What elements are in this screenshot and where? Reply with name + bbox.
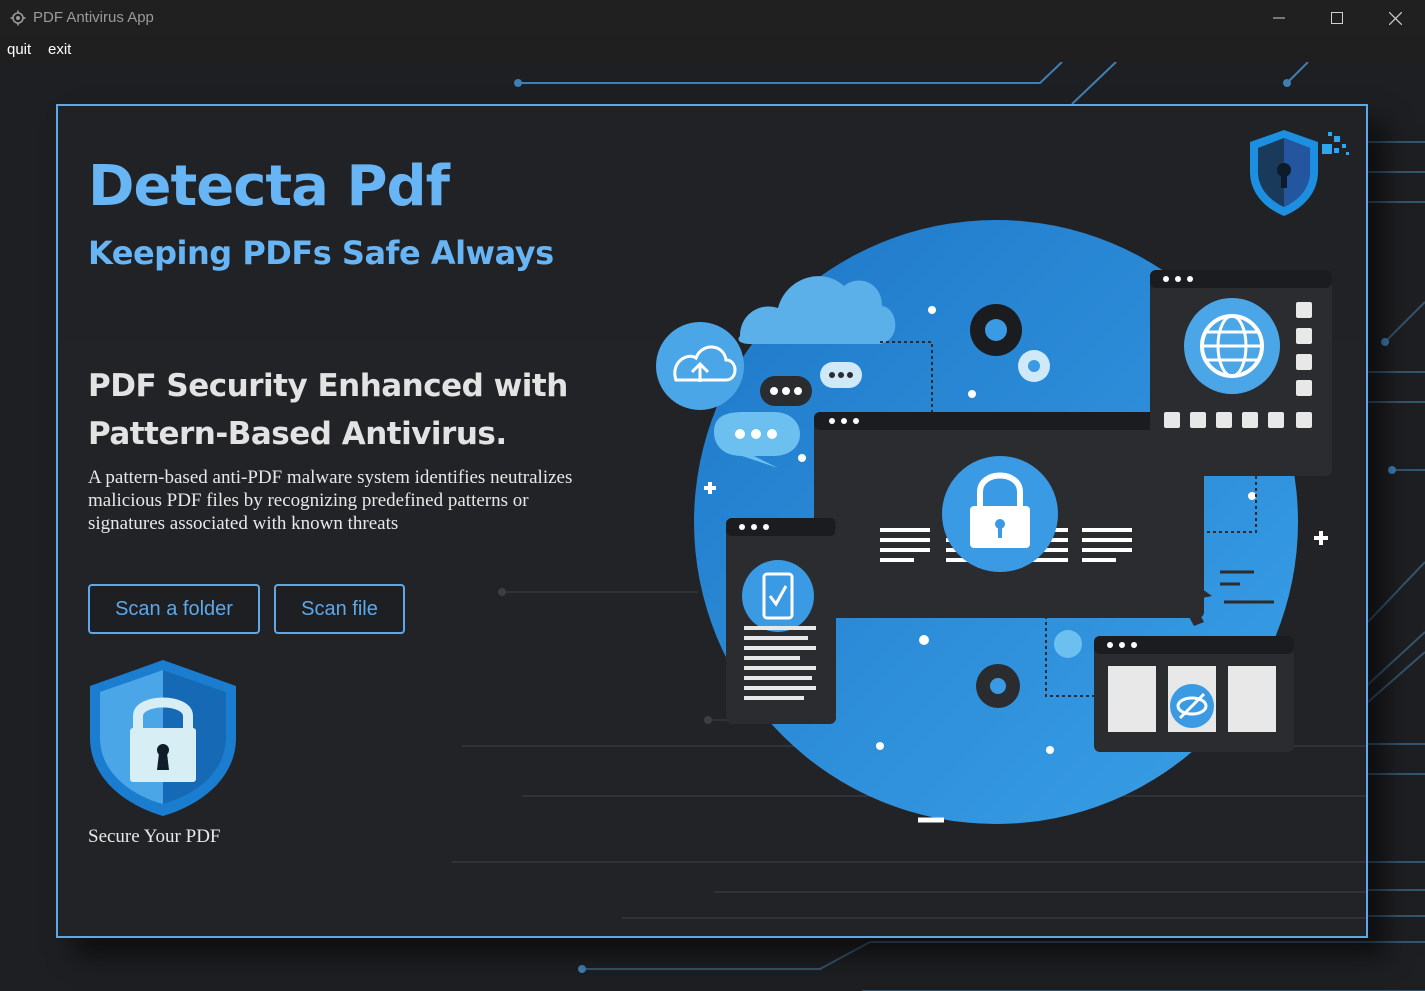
window-title: PDF Antivirus App: [33, 9, 154, 26]
title-bar: PDF Antivirus App: [0, 0, 1425, 36]
maximize-button[interactable]: [1308, 0, 1366, 36]
brand-title: Detecta Pdf: [88, 154, 450, 219]
security-illustration: [656, 220, 1332, 824]
maximize-icon: [1331, 12, 1343, 24]
menu-exit[interactable]: exit: [48, 41, 71, 58]
menu-bar: quit exit: [0, 36, 1425, 62]
main-card: Detecta Pdf Keeping PDFs Safe Always PDF…: [56, 104, 1368, 938]
gear-app-icon: [10, 10, 26, 26]
menu-quit[interactable]: quit: [7, 41, 31, 58]
brand-tagline: Keeping PDFs Safe Always: [88, 234, 554, 272]
scan-file-button[interactable]: Scan file: [274, 584, 405, 634]
shield-lock-icon: [90, 660, 236, 816]
minimize-button[interactable]: [1250, 0, 1308, 36]
description: A pattern-based anti-PDF malware system …: [88, 467, 573, 534]
minimize-icon: [1273, 17, 1285, 19]
secure-label: Secure Your PDF: [88, 826, 221, 847]
scan-folder-button[interactable]: Scan a folder: [88, 584, 260, 634]
close-icon: [1388, 11, 1402, 25]
shield-logo-icon: [1250, 130, 1349, 216]
close-button[interactable]: [1366, 0, 1424, 36]
headline: PDF Security Enhanced with Pattern-Based…: [88, 368, 568, 452]
